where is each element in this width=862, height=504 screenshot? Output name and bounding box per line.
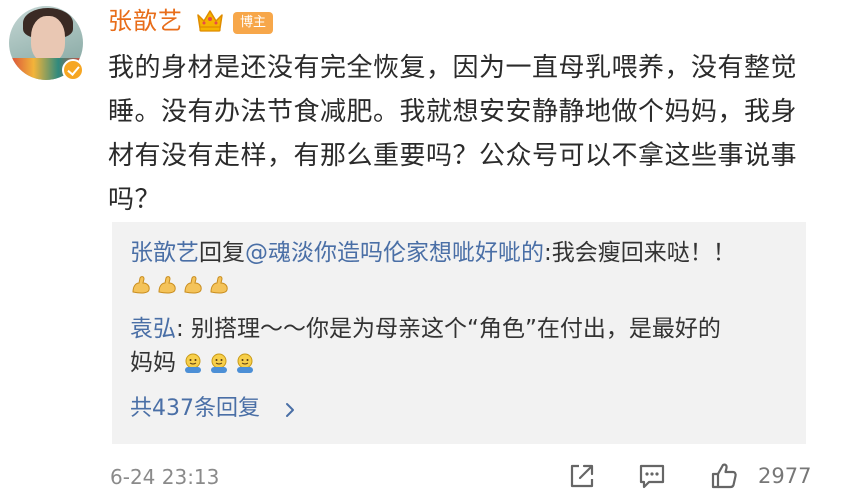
reply-author[interactable]: 张歆艺 — [130, 240, 199, 266]
thumbs-up-icon[interactable] — [708, 460, 740, 492]
author-tag-badge: 博主 — [233, 12, 274, 34]
reply-text: :我会瘦回来哒！！ — [544, 240, 736, 266]
weibo-post: 张歆艺 博主 我的身材是还没有完全恢复，因为一直母乳喂养，没有整觉睡。没有办法节… — [0, 0, 862, 504]
post-body-text: 我的身材是还没有完全恢复，因为一直母乳喂养，没有整觉睡。没有办法节食减肥。我就想… — [108, 53, 798, 215]
like-count: 2977 — [758, 464, 812, 488]
flexed-biceps-emoji — [132, 276, 150, 294]
reply-action-label: 回复 — [199, 240, 245, 266]
more-replies-link[interactable]: 共437条回复 — [130, 394, 260, 424]
reply-text: : 别搭理～～你是为母亲这个“角色”在付出，是最好的 — [176, 316, 721, 342]
hug-emoji — [237, 353, 253, 373]
flexed-biceps-emoji — [210, 276, 228, 294]
flexed-biceps-emoji — [158, 276, 176, 294]
comment-icon[interactable] — [636, 460, 668, 492]
chevron-right-icon[interactable] — [284, 402, 296, 418]
reply-mention-link[interactable]: @魂淡你造吗伦家想呲好呲的 — [245, 240, 544, 266]
verified-badge-icon — [62, 59, 84, 81]
share-icon[interactable] — [566, 460, 598, 492]
reply-item[interactable]: 张歆艺回复@魂淡你造吗伦家想呲好呲的:我会瘦回来哒！！ — [130, 236, 736, 270]
post-author-name[interactable]: 张歆艺 — [108, 4, 183, 38]
reply-item[interactable]: 袁弘: 别搭理～～你是为母亲这个“角色”在付出，是最好的 — [130, 312, 721, 346]
reply-emoji-row — [182, 352, 256, 374]
avatar-face — [31, 16, 65, 62]
reply-text: 妈妈 — [130, 350, 176, 376]
reply-preview-box[interactable]: 张歆艺回复@魂淡你造吗伦家想呲好呲的:我会瘦回来哒！！ 袁弘: 别搭理～～你是为… — [112, 222, 806, 444]
hug-emoji — [211, 353, 227, 373]
post-timestamp: 6-24 23:13 — [110, 465, 220, 489]
crown-icon — [197, 10, 223, 32]
reply-item-continued: 妈妈 — [130, 346, 176, 380]
reply-author[interactable]: 袁弘 — [130, 316, 176, 342]
reply-emoji-row — [130, 274, 230, 296]
flexed-biceps-emoji — [184, 276, 202, 294]
hug-emoji — [185, 353, 201, 373]
